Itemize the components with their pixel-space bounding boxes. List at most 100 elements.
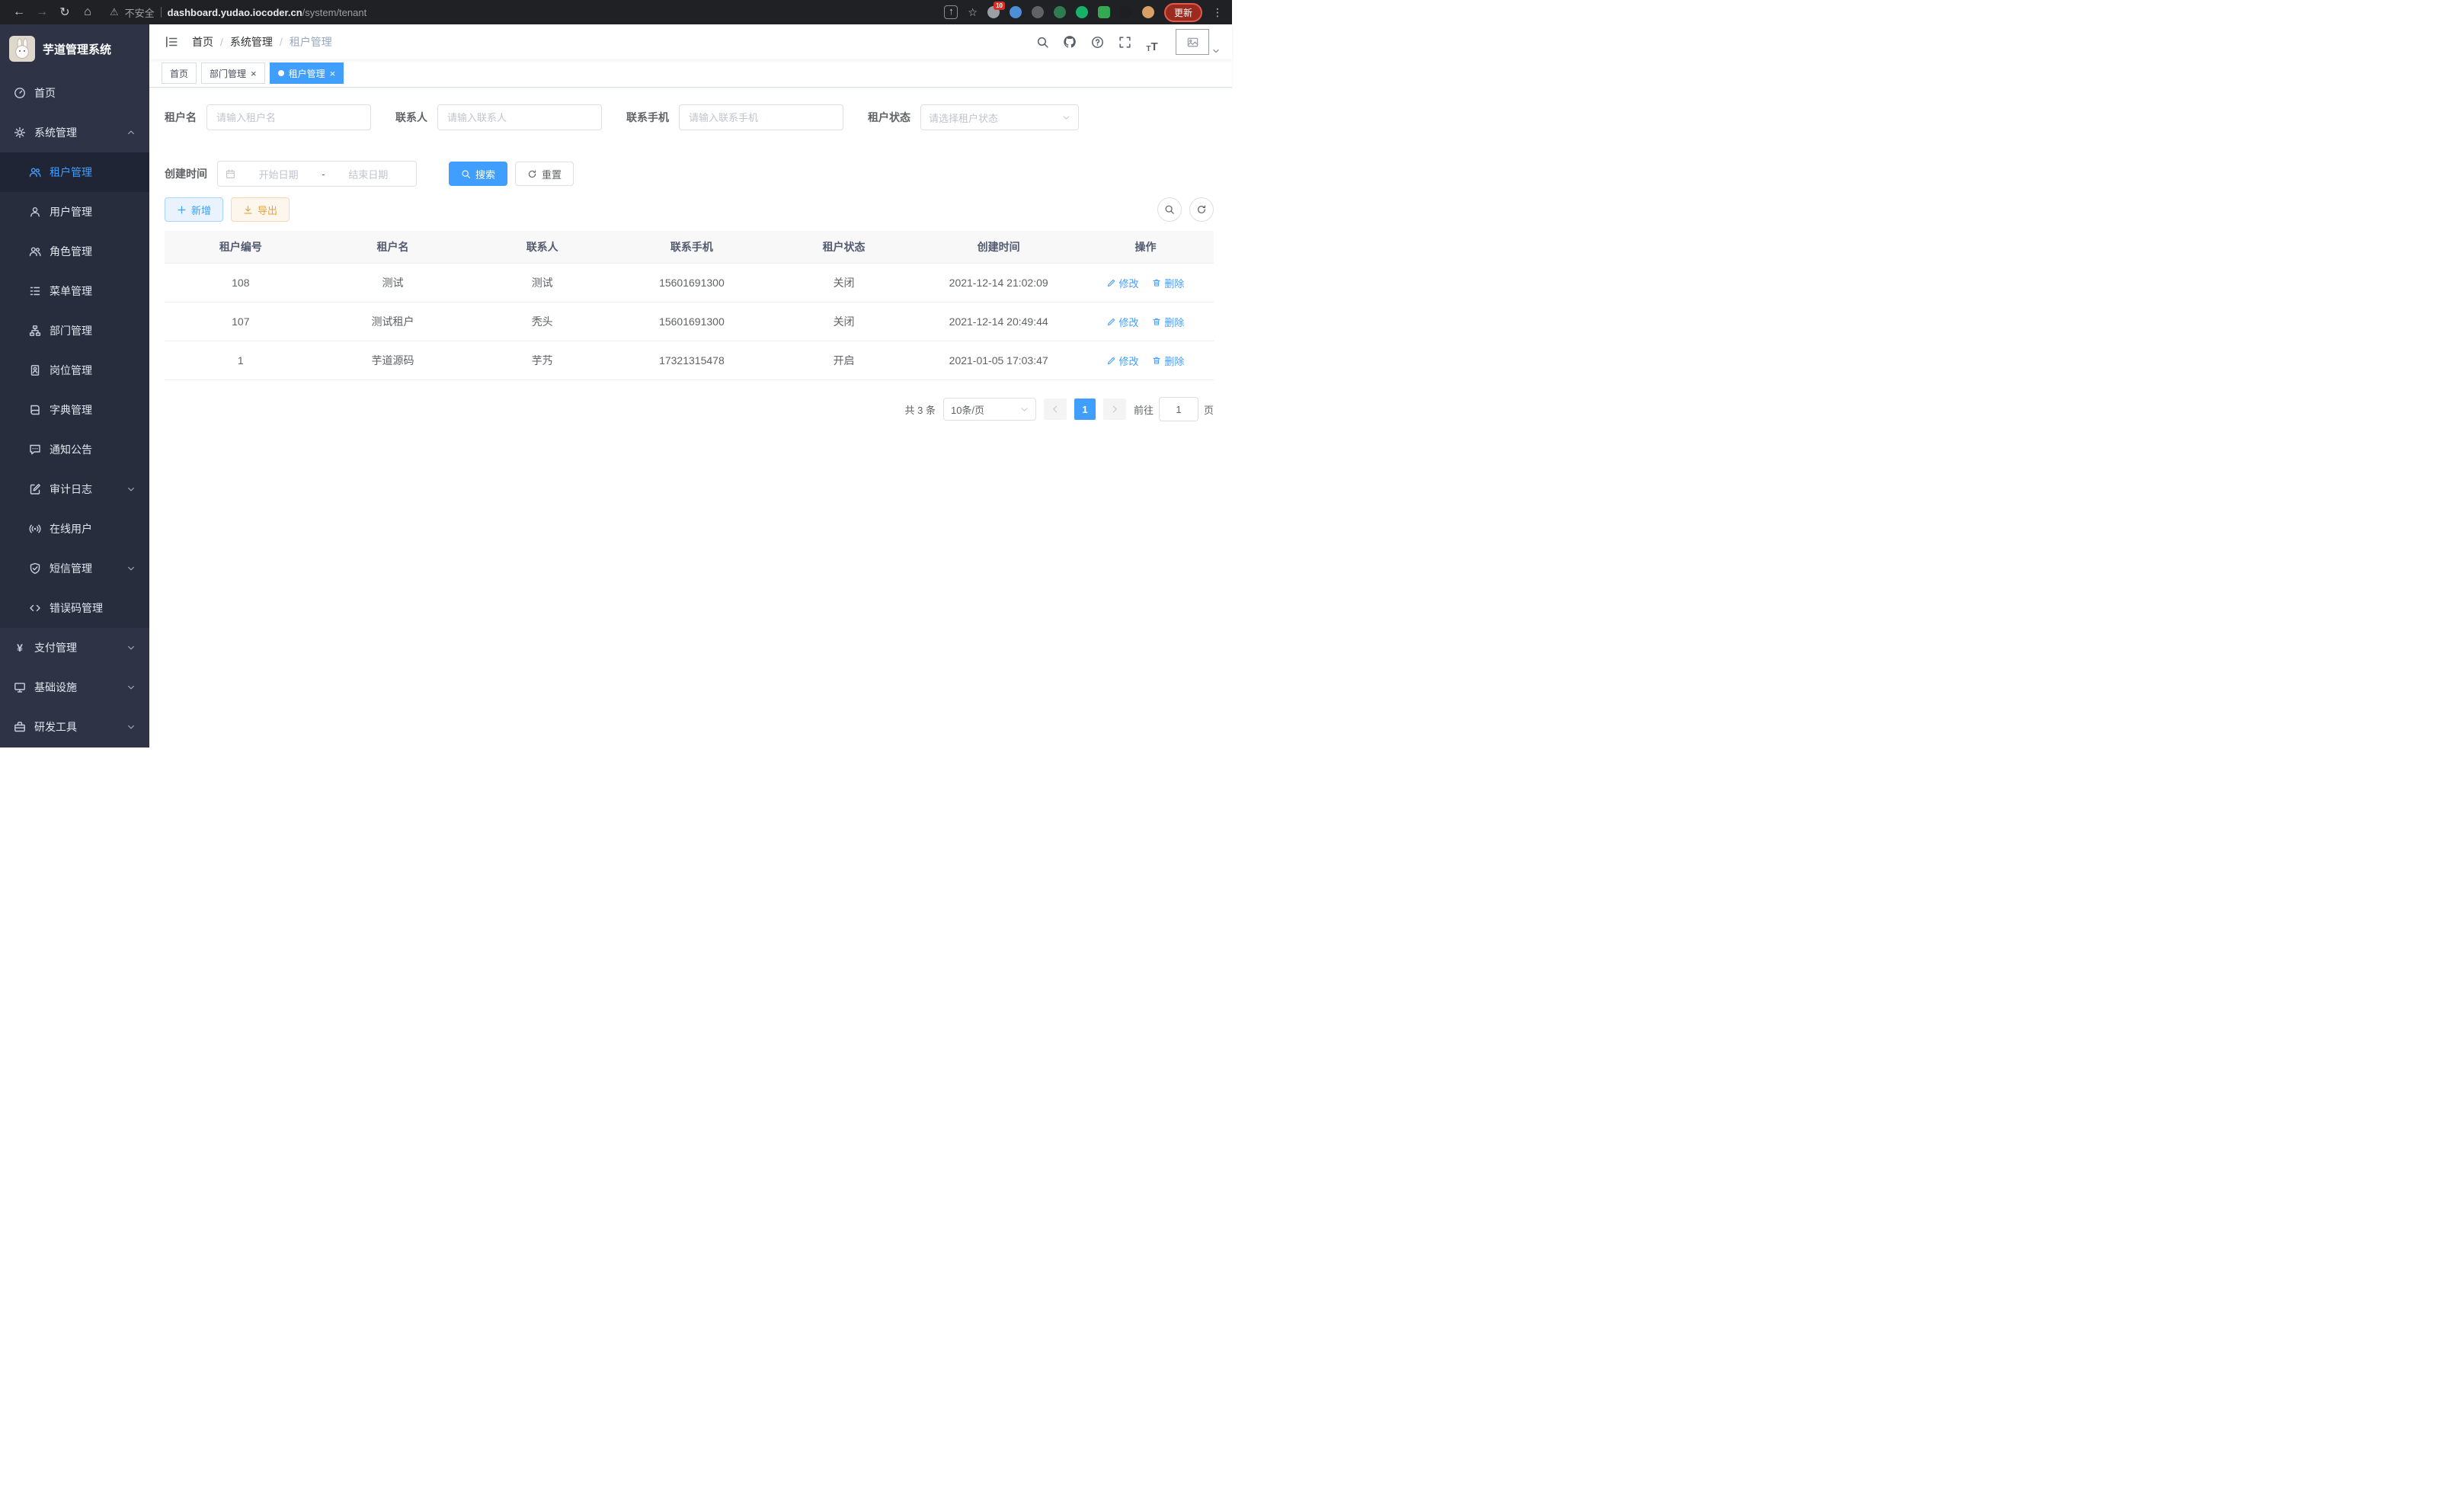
tab-home[interactable]: 首页 bbox=[162, 62, 197, 84]
url-path: /system/tenant bbox=[302, 7, 367, 18]
chevron-down-icon bbox=[126, 643, 136, 652]
browser-home-icon[interactable]: ⌂ bbox=[78, 3, 98, 21]
table-row[interactable]: 108 测试 测试 15601691300 关闭 2021-12-14 21:0… bbox=[165, 264, 1214, 303]
cell-tenant-name: 测试租户 bbox=[317, 303, 469, 341]
goto-label: 前往 bbox=[1134, 402, 1154, 417]
address-bar[interactable]: ⚠ 不安全 dashboard.yudao.iocoder.cn/system/… bbox=[110, 5, 366, 20]
sidebar-submenu-system: 租户管理 用户管理 角色管理 菜单管理 部门管理 bbox=[0, 152, 149, 628]
extension-icon-1[interactable]: 10 bbox=[987, 6, 1000, 18]
user-avatar[interactable] bbox=[1176, 29, 1220, 55]
sidebar-item-label: 角色管理 bbox=[50, 244, 92, 259]
search-button[interactable]: 搜索 bbox=[449, 162, 507, 186]
next-page-button[interactable] bbox=[1103, 399, 1126, 420]
table-row[interactable]: 107 测试租户 秃头 15601691300 关闭 2021-12-14 20… bbox=[165, 303, 1214, 341]
sidebar-item-dictionary[interactable]: 字典管理 bbox=[0, 390, 149, 430]
page-size-select[interactable]: 10条/页 bbox=[943, 398, 1036, 421]
top-navbar: 首页 / 系统管理 / 租户管理 TT bbox=[149, 24, 1232, 59]
tab-departments[interactable]: 部门管理 × bbox=[201, 62, 265, 84]
cell-actions: 修改 删除 bbox=[1077, 303, 1214, 341]
browser-back-icon[interactable]: ← bbox=[9, 3, 29, 21]
github-icon[interactable] bbox=[1058, 30, 1081, 53]
breadcrumb-system[interactable]: 系统管理 bbox=[230, 34, 273, 50]
delete-button[interactable]: 删除 bbox=[1152, 354, 1184, 368]
help-icon[interactable] bbox=[1086, 30, 1109, 53]
browser-menu-icon[interactable]: ⋮ bbox=[1212, 6, 1223, 19]
sidebar-item-label: 错误码管理 bbox=[50, 600, 103, 616]
tenant-table: 租户编号 租户名 联系人 联系手机 租户状态 创建时间 操作 108 测试 测试 bbox=[165, 231, 1214, 380]
table-row[interactable]: 1 芋道源码 芋艿 17321315478 开启 2021-01-05 17:0… bbox=[165, 341, 1214, 380]
browser-reload-icon[interactable]: ↻ bbox=[55, 3, 75, 21]
trash-icon bbox=[1152, 317, 1161, 326]
share-icon[interactable]: ↑ bbox=[944, 5, 958, 19]
profile-avatar-icon[interactable] bbox=[1142, 6, 1154, 18]
extensions-puzzle-icon[interactable] bbox=[1120, 6, 1132, 18]
sidebar-item-payment[interactable]: ¥ 支付管理 bbox=[0, 628, 149, 667]
refresh-table-button[interactable] bbox=[1189, 197, 1214, 222]
browser-forward-icon[interactable]: → bbox=[32, 3, 52, 21]
sidebar-item-users[interactable]: 用户管理 bbox=[0, 192, 149, 232]
fullscreen-icon[interactable] bbox=[1113, 30, 1136, 53]
sidebar-item-system[interactable]: 系统管理 bbox=[0, 113, 149, 152]
reset-button[interactable]: 重置 bbox=[515, 162, 574, 186]
app-logo[interactable]: 芋道管理系统 bbox=[0, 24, 149, 73]
user-icon bbox=[29, 206, 41, 218]
cell-tenant-name: 测试 bbox=[317, 264, 469, 303]
close-icon[interactable]: × bbox=[330, 69, 336, 78]
tab-tenant[interactable]: 租户管理 × bbox=[270, 62, 344, 84]
delete-button[interactable]: 删除 bbox=[1152, 315, 1184, 329]
edit-button[interactable]: 修改 bbox=[1107, 276, 1139, 290]
extension-icon-2[interactable] bbox=[1010, 6, 1022, 18]
add-button[interactable]: 新增 bbox=[165, 197, 223, 222]
download-icon bbox=[243, 205, 253, 215]
sidebar-item-posts[interactable]: 岗位管理 bbox=[0, 351, 149, 390]
sidebar-item-tenant[interactable]: 租户管理 bbox=[0, 152, 149, 192]
status-label: 租户状态 bbox=[868, 110, 910, 125]
sidebar-item-error-codes[interactable]: 错误码管理 bbox=[0, 588, 149, 628]
export-button[interactable]: 导出 bbox=[231, 197, 290, 222]
font-size-icon[interactable]: TT bbox=[1141, 30, 1163, 53]
sidebar-item-sms[interactable]: 短信管理 bbox=[0, 549, 149, 588]
extension-icon-5[interactable] bbox=[1076, 6, 1088, 18]
sidebar-item-announcements[interactable]: 通知公告 bbox=[0, 430, 149, 469]
extension-icon-6[interactable] bbox=[1098, 6, 1110, 18]
header-search-icon[interactable] bbox=[1031, 30, 1054, 53]
extension-icon-3[interactable] bbox=[1032, 6, 1044, 18]
edit-button[interactable]: 修改 bbox=[1107, 315, 1139, 329]
sidebar-item-online-users[interactable]: 在线用户 bbox=[0, 509, 149, 549]
sidebar-item-departments[interactable]: 部门管理 bbox=[0, 311, 149, 351]
tenant-name-input[interactable] bbox=[206, 104, 371, 130]
plus-icon bbox=[177, 205, 187, 215]
tab-label: 租户管理 bbox=[289, 67, 325, 80]
goto-page-input[interactable] bbox=[1159, 397, 1198, 421]
contact-input[interactable] bbox=[437, 104, 602, 130]
refresh-icon bbox=[527, 169, 537, 179]
sidebar-item-menus[interactable]: 菜单管理 bbox=[0, 271, 149, 311]
sidebar-item-label: 岗位管理 bbox=[50, 363, 92, 378]
status-select[interactable]: 请选择租户状态 bbox=[920, 104, 1079, 130]
org-tree-icon bbox=[29, 325, 41, 337]
col-header-phone: 联系手机 bbox=[616, 231, 768, 264]
collapse-sidebar-icon[interactable] bbox=[162, 32, 181, 52]
goto-suffix: 页 bbox=[1204, 402, 1214, 417]
create-time-range-picker[interactable]: 开始日期 - 结束日期 bbox=[217, 161, 417, 187]
page-number-1[interactable]: 1 bbox=[1074, 399, 1096, 420]
dashboard-icon bbox=[14, 87, 26, 99]
sidebar-item-infrastructure[interactable]: 基础设施 bbox=[0, 667, 149, 707]
close-icon[interactable]: × bbox=[251, 69, 257, 78]
sidebar-item-roles[interactable]: 角色管理 bbox=[0, 232, 149, 271]
post-badge-icon bbox=[29, 364, 41, 376]
extension-icon-4[interactable] bbox=[1054, 6, 1066, 18]
prev-page-button[interactable] bbox=[1044, 399, 1067, 420]
toggle-search-button[interactable] bbox=[1157, 197, 1182, 222]
browser-update-button[interactable]: 更新 bbox=[1164, 3, 1202, 22]
sidebar-item-home[interactable]: 首页 bbox=[0, 73, 149, 113]
edit-button[interactable]: 修改 bbox=[1107, 354, 1139, 368]
sidebar-item-devtools[interactable]: 研发工具 bbox=[0, 707, 149, 747]
bookmark-star-icon[interactable]: ☆ bbox=[968, 6, 978, 19]
phone-input[interactable] bbox=[679, 104, 843, 130]
address-divider bbox=[161, 7, 162, 18]
breadcrumb-home[interactable]: 首页 bbox=[192, 34, 213, 50]
delete-button[interactable]: 删除 bbox=[1152, 276, 1184, 290]
sidebar-item-audit-log[interactable]: 审计日志 bbox=[0, 469, 149, 509]
filter-form: 租户名 联系人 联系手机 租户状态 请选择租户状态 bbox=[165, 104, 1214, 187]
